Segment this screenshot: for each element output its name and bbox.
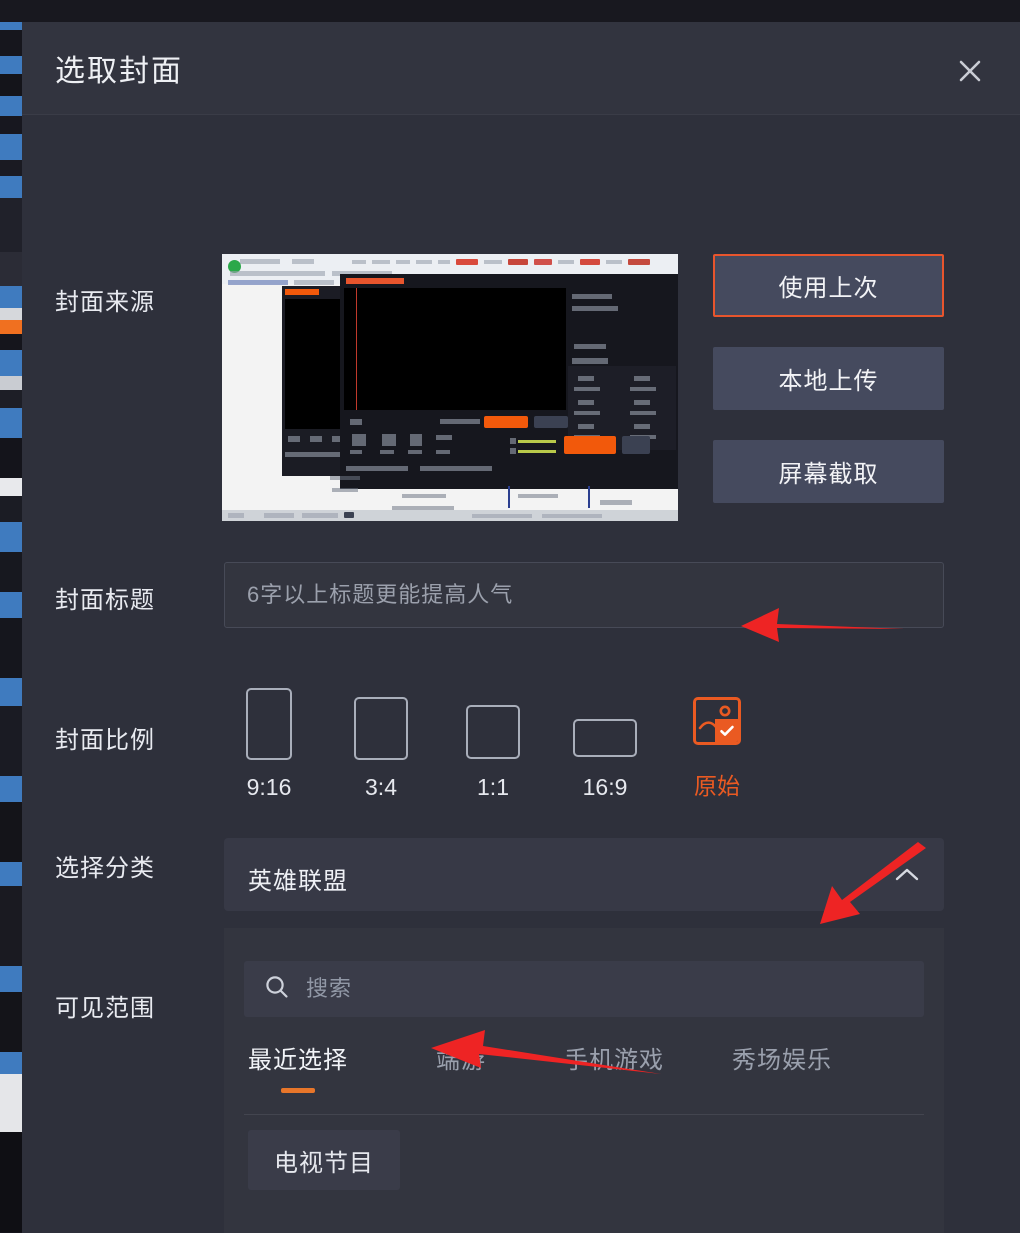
category-dropdown-panel: 最近选择 端游 手机游戏 秀场娱乐 电视节目 (224, 928, 944, 1233)
ratio-label-3-4: 3:4 (365, 774, 397, 800)
background-band (0, 862, 22, 886)
background-band (0, 198, 22, 252)
background-band (0, 966, 22, 992)
category-item-list: 电视节目 (244, 1130, 924, 1210)
background-band (0, 522, 22, 552)
tab-label: 端游 (436, 1047, 486, 1074)
background-band (0, 74, 22, 96)
ratio-label-16-9: 16:9 (582, 774, 628, 800)
image-icon (693, 697, 741, 745)
ratio-shape-9-16 (246, 688, 292, 760)
tab-label: 手机游戏 (564, 1047, 664, 1074)
background-band (0, 160, 22, 176)
category-select[interactable]: 英雄联盟 (224, 838, 944, 911)
source-button-use-last[interactable]: 使用上次 (713, 254, 944, 317)
select-cover-dialog: 选取封面 封面来源 封面标题 封面比例 选择分类 可见范围 使用上次 本地上传 … (22, 22, 1020, 1233)
ratio-label-original: 原始 (694, 773, 740, 799)
label-cover-title: 封面标题 (55, 587, 155, 614)
background-band (0, 308, 22, 320)
category-selected-value: 英雄联盟 (248, 868, 348, 895)
check-badge-icon (715, 719, 738, 742)
ratio-option-9-16[interactable]: 9:16 (224, 681, 314, 801)
background-band (0, 350, 22, 376)
background-band (0, 438, 22, 478)
background-band (0, 992, 22, 1052)
tab-active-underline (281, 1088, 315, 1093)
tabs-divider (244, 1114, 924, 1115)
ratio-option-3-4[interactable]: 3:4 (336, 681, 426, 801)
cover-preview-thumbnail[interactable] (222, 254, 678, 521)
background-band (0, 496, 22, 522)
list-item-tv-program[interactable]: 电视节目 (248, 1130, 400, 1190)
ratio-shape-3-4 (354, 697, 408, 760)
background-band (0, 802, 22, 862)
search-icon (264, 974, 290, 1005)
background-band (0, 320, 22, 334)
background-band (0, 886, 22, 966)
background-band (0, 252, 22, 286)
background-band (0, 116, 22, 134)
background-window-strip (0, 0, 22, 1232)
tab-recent-selection[interactable]: 最近选择 (248, 1040, 348, 1093)
background-band (0, 390, 22, 408)
background-band (0, 776, 22, 802)
list-item-label: 电视节目 (274, 1149, 374, 1177)
category-tabs: 最近选择 端游 手机游戏 秀场娱乐 (244, 1040, 924, 1096)
background-band (0, 56, 22, 74)
chevron-up-icon[interactable] (894, 866, 920, 889)
background-band (0, 334, 22, 350)
label-category: 选择分类 (55, 855, 155, 882)
background-band (0, 1052, 22, 1074)
background-band (0, 408, 22, 438)
close-icon[interactable] (953, 54, 987, 88)
label-visibility: 可见范围 (55, 995, 155, 1022)
tab-label: 最近选择 (248, 1047, 348, 1074)
ratio-shape-16-9 (573, 719, 637, 757)
background-band (0, 618, 22, 678)
label-cover-source: 封面来源 (55, 289, 155, 316)
background-band (0, 96, 22, 116)
category-search-box[interactable] (244, 961, 924, 1017)
tab-pc-games[interactable]: 端游 (436, 1040, 486, 1075)
background-band (0, 706, 22, 776)
page-title: 选取封面 (55, 55, 183, 88)
tab-label: 秀场娱乐 (732, 1047, 832, 1074)
tab-show-entertainment[interactable]: 秀场娱乐 (732, 1040, 832, 1075)
background-band (0, 592, 22, 618)
cover-ratio-group: 9:16 3:4 1:1 16:9 原始 (224, 681, 744, 801)
background-band (0, 286, 22, 308)
background-band (0, 552, 22, 592)
background-band (0, 30, 22, 56)
ratio-label-1-1: 1:1 (477, 774, 509, 800)
ratio-label-9-16: 9:16 (246, 774, 292, 800)
ratio-shape-1-1 (466, 705, 520, 759)
source-button-screen-capture[interactable]: 屏幕截取 (713, 440, 944, 503)
background-band (0, 134, 22, 160)
label-cover-ratio: 封面比例 (55, 727, 155, 754)
background-band (0, 478, 22, 496)
dialog-body: 封面来源 封面标题 封面比例 选择分类 可见范围 使用上次 本地上传 屏幕截取 … (22, 115, 1020, 1233)
ratio-option-16-9[interactable]: 16:9 (560, 681, 650, 801)
ratio-option-1-1[interactable]: 1:1 (448, 681, 538, 801)
background-band (0, 176, 22, 198)
dialog-header: 选取封面 (22, 22, 1020, 115)
background-band (0, 1074, 22, 1132)
background-band (0, 678, 22, 706)
background-band (0, 376, 22, 390)
source-button-local-upload[interactable]: 本地上传 (713, 347, 944, 410)
desktop-top-bar (0, 0, 1020, 22)
tab-mobile-games[interactable]: 手机游戏 (564, 1040, 664, 1075)
ratio-option-original[interactable]: 原始 (672, 681, 762, 801)
search-input[interactable] (304, 975, 924, 1003)
cover-title-input[interactable] (224, 562, 944, 628)
